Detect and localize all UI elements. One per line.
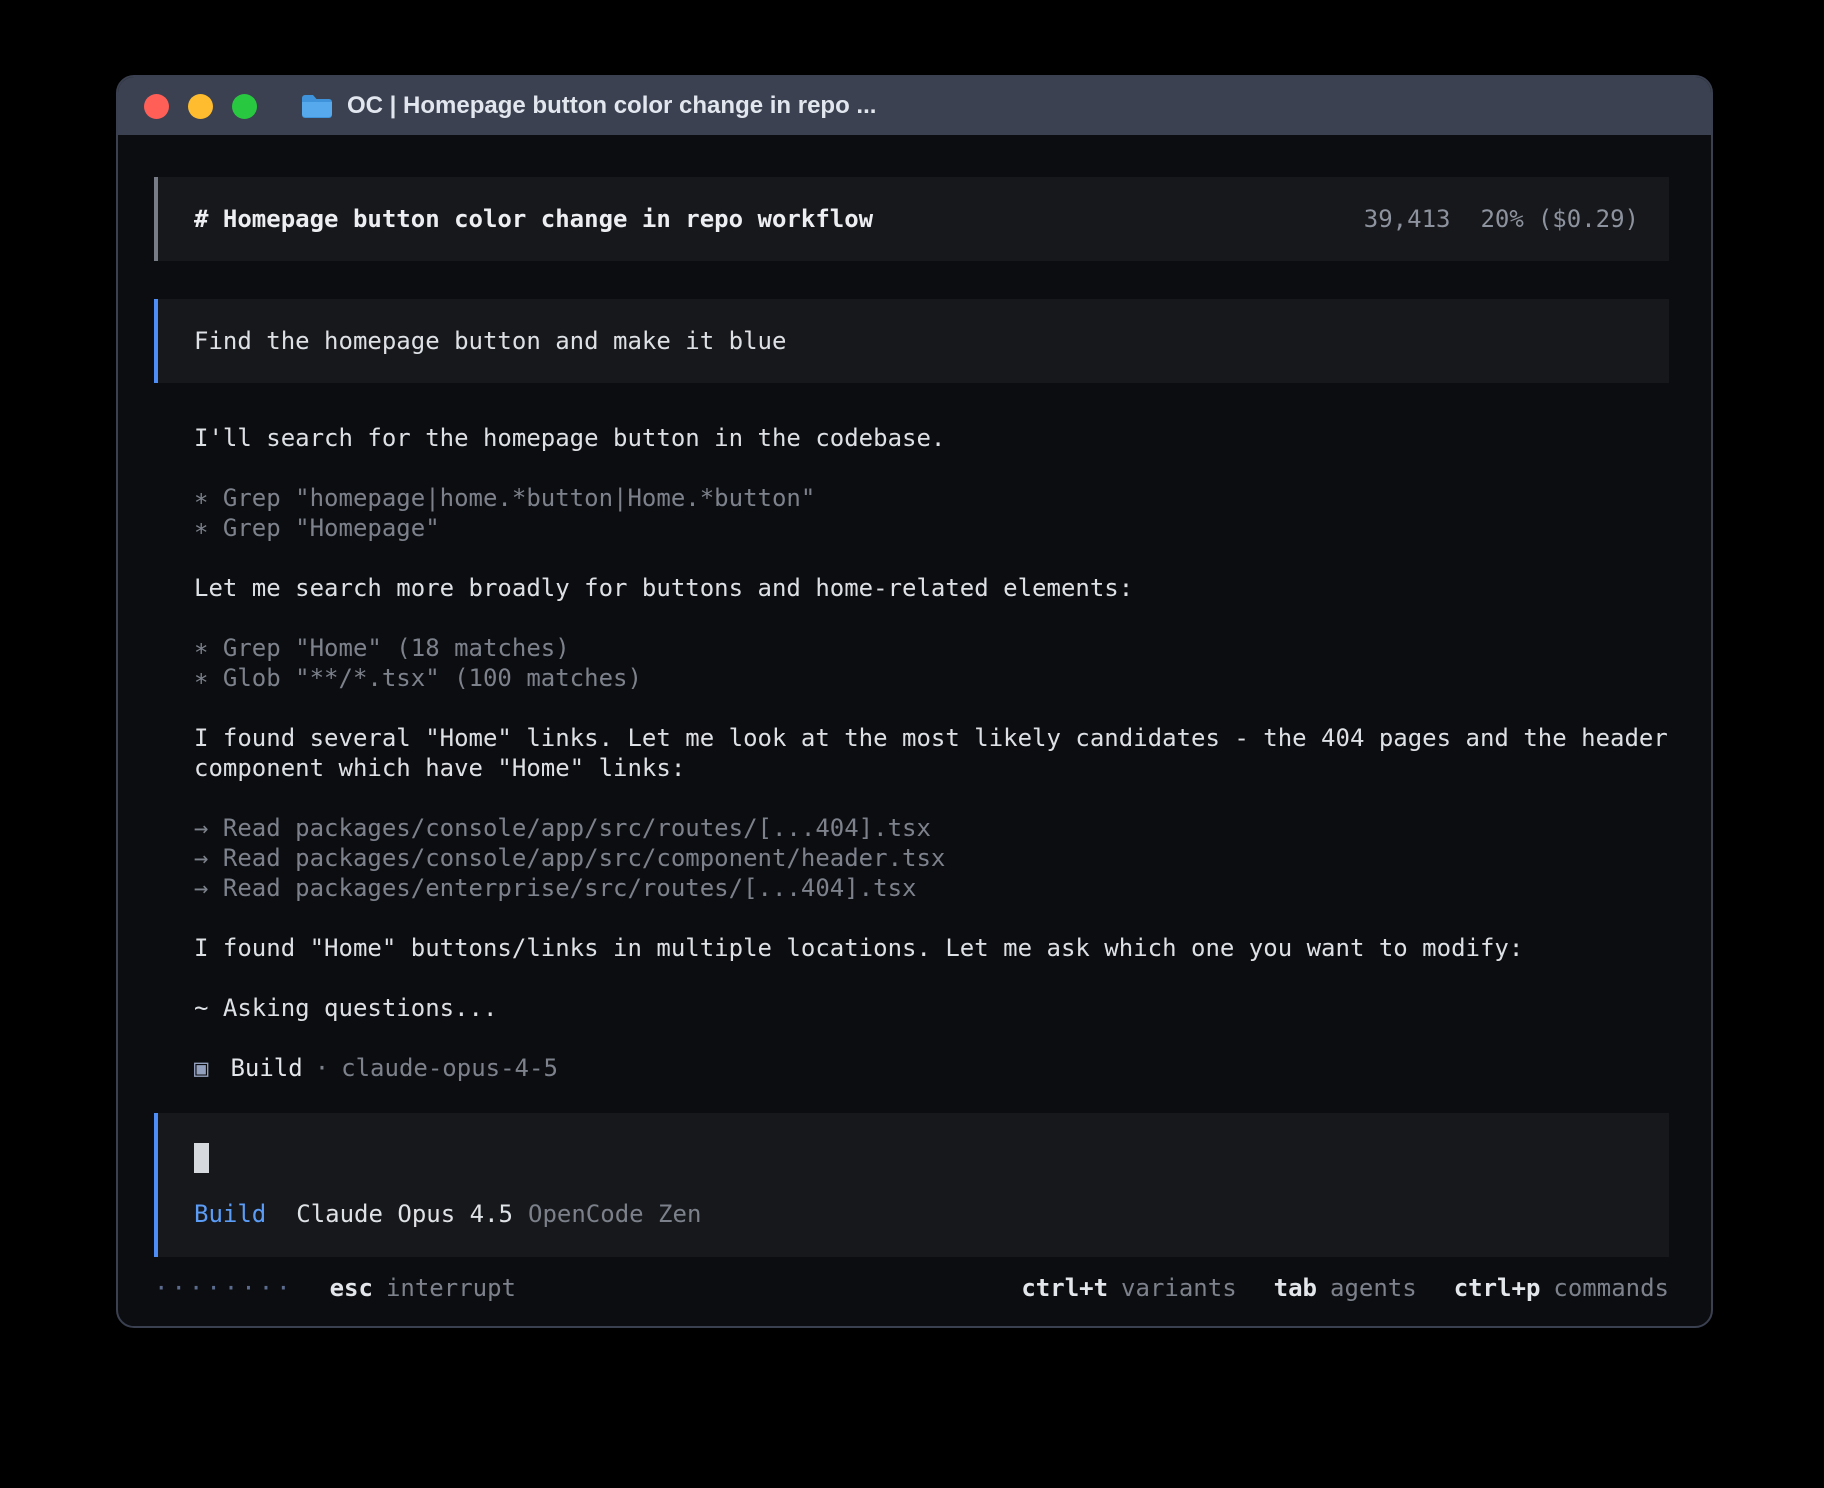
window-title: OC | Homepage button color change in rep… bbox=[347, 92, 876, 120]
status-bar-right: ctrl+t variants tab agents ctrl+p commands bbox=[1021, 1273, 1669, 1303]
session-title: # Homepage button color change in repo w… bbox=[194, 204, 873, 234]
agent-badge-line: ▣ Build · claude-opus-4-5 bbox=[154, 1053, 1669, 1083]
session-cost: ($0.29) bbox=[1538, 205, 1639, 233]
status-line-group: ~ Asking questions... bbox=[154, 993, 1669, 1023]
user-message-text: Find the homepage button and make it blu… bbox=[194, 327, 786, 355]
agent-icon: ▣ bbox=[194, 1054, 208, 1082]
agent-separator: · bbox=[315, 1054, 329, 1082]
folder-icon bbox=[301, 93, 333, 119]
assistant-text: I found "Home" buttons/links in multiple… bbox=[194, 933, 1669, 963]
status-bar-left: ········ esc interrupt bbox=[154, 1273, 516, 1303]
tool-call-read: → Read packages/enterprise/src/routes/[.… bbox=[194, 873, 1669, 903]
read-call-group: → Read packages/console/app/src/routes/[… bbox=[154, 813, 1669, 903]
input-footer: Build Claude Opus 4.5 OpenCode Zen bbox=[194, 1199, 1639, 1229]
agent-model: claude-opus-4-5 bbox=[341, 1054, 558, 1082]
session-stats: 39,413 20% ($0.29) bbox=[1364, 204, 1639, 234]
tool-call-group: ∗ Grep "Home" (18 matches) ∗ Glob "**/*.… bbox=[154, 633, 1669, 693]
minimize-button[interactable] bbox=[188, 94, 213, 119]
status-bar: ········ esc interrupt ctrl+t variants tab… bbox=[154, 1273, 1669, 1303]
shortcut-key: tab bbox=[1274, 1274, 1317, 1302]
esc-label: interrupt bbox=[386, 1274, 516, 1302]
tool-call-grep: ∗ Grep "Homepage" bbox=[194, 513, 1669, 543]
esc-shortcut: esc interrupt bbox=[330, 1273, 516, 1303]
context-percent: 20% bbox=[1480, 205, 1523, 233]
assistant-paragraph: Let me search more broadly for buttons a… bbox=[154, 573, 1669, 603]
traffic-lights bbox=[144, 94, 257, 119]
assistant-text: Let me search more broadly for buttons a… bbox=[194, 573, 1669, 603]
shortcut-agents: tab agents bbox=[1274, 1273, 1417, 1303]
text-cursor bbox=[194, 1143, 209, 1173]
shortcut-key: ctrl+t bbox=[1021, 1274, 1108, 1302]
shortcut-label: agents bbox=[1330, 1274, 1417, 1302]
session-header-card: # Homepage button color change in repo w… bbox=[154, 177, 1669, 261]
assistant-paragraph: I found "Home" buttons/links in multiple… bbox=[154, 933, 1669, 963]
tool-call-glob: ∗ Glob "**/*.tsx" (100 matches) bbox=[194, 663, 1669, 693]
terminal-content: # Homepage button color change in repo w… bbox=[118, 135, 1711, 1303]
tool-call-read: → Read packages/console/app/src/routes/[… bbox=[194, 813, 1669, 843]
spinner-dots: ········ bbox=[154, 1273, 294, 1303]
assistant-text: I found several "Home" links. Let me loo… bbox=[194, 723, 1669, 783]
close-button[interactable] bbox=[144, 94, 169, 119]
input-mode-badge[interactable]: Build bbox=[194, 1199, 266, 1229]
agent-name: Build bbox=[230, 1054, 302, 1082]
shortcut-variants: ctrl+t variants bbox=[1021, 1273, 1236, 1303]
shortcut-label: variants bbox=[1121, 1274, 1237, 1302]
token-count: 39,413 bbox=[1364, 205, 1451, 233]
prompt-input-area[interactable]: Build Claude Opus 4.5 OpenCode Zen bbox=[154, 1113, 1669, 1257]
zoom-button[interactable] bbox=[232, 94, 257, 119]
assistant-paragraph: I found several "Home" links. Let me loo… bbox=[154, 723, 1669, 783]
user-message-card: Find the homepage button and make it blu… bbox=[154, 299, 1669, 383]
tool-call-grep: ∗ Grep "homepage|home.*button|Home.*butt… bbox=[194, 483, 1669, 513]
shortcut-label: commands bbox=[1553, 1274, 1669, 1302]
shortcut-commands: ctrl+p commands bbox=[1454, 1273, 1669, 1303]
tool-call-group: ∗ Grep "homepage|home.*button|Home.*butt… bbox=[154, 483, 1669, 543]
titlebar: OC | Homepage button color change in rep… bbox=[118, 77, 1711, 135]
shortcut-key: ctrl+p bbox=[1454, 1274, 1541, 1302]
input-provider-label: OpenCode Zen bbox=[528, 1199, 701, 1229]
tool-call-read: → Read packages/console/app/src/componen… bbox=[194, 843, 1669, 873]
assistant-text: I'll search for the homepage button in t… bbox=[194, 423, 1669, 453]
assistant-paragraph: I'll search for the homepage button in t… bbox=[154, 423, 1669, 453]
terminal-window: OC | Homepage button color change in rep… bbox=[116, 75, 1713, 1328]
tool-call-grep: ∗ Grep "Home" (18 matches) bbox=[194, 633, 1669, 663]
input-model-label: Claude Opus 4.5 bbox=[296, 1199, 513, 1229]
asking-status-text: ~ Asking questions... bbox=[194, 993, 1669, 1023]
esc-key: esc bbox=[330, 1274, 373, 1302]
